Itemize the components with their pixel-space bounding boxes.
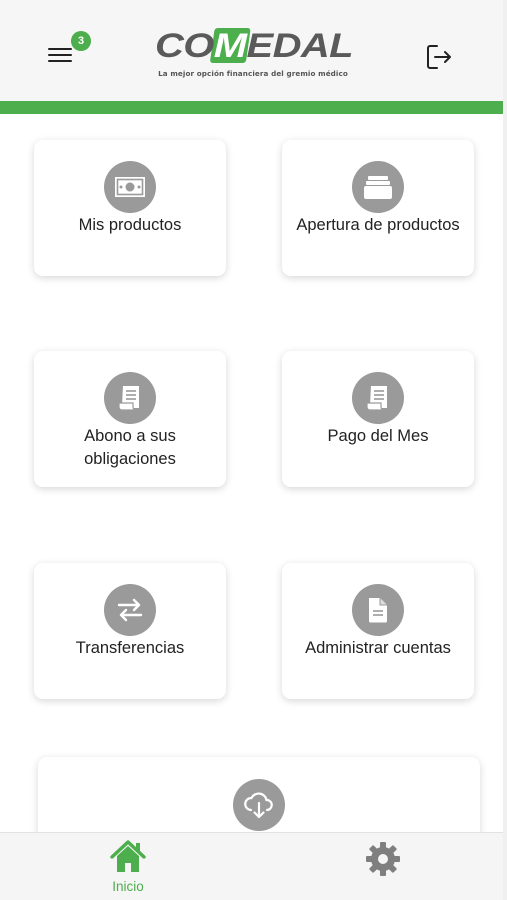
card-label: Administrar cuentas (305, 639, 451, 657)
receipt-icon (352, 372, 404, 424)
logo-wordmark: CO M EDAL (155, 27, 354, 64)
menu-icon-line (48, 60, 72, 63)
receipt-icon (104, 372, 156, 424)
logo-text: CO M EDAL (155, 27, 353, 64)
card-pago-del-mes[interactable]: Pago del Mes (282, 351, 474, 487)
card-label: Transferencias (75, 639, 185, 657)
logout-button[interactable] (424, 42, 454, 72)
card-mis-productos[interactable]: Mis productos (34, 140, 226, 276)
card-label: Pago del Mes (327, 427, 429, 445)
transfer-arrows-icon (104, 584, 156, 636)
comedal-logo: CO M EDAL La mejor opción financiera del g… (150, 22, 356, 82)
card-apertura-de-productos[interactable]: Apertura de productos (282, 140, 474, 276)
nav-label-inicio: Inicio (112, 879, 144, 894)
nav-item-inicio[interactable]: Inicio (78, 833, 178, 900)
card-transferencias[interactable]: Transferencias (34, 563, 226, 699)
bottom-navigation: Inicio (0, 832, 507, 900)
card-label: Abono a sus obligaciones (34, 425, 226, 471)
card-administrar-cuentas[interactable]: Administrar cuentas (282, 563, 474, 699)
home-icon (110, 840, 146, 872)
header-accent-bar (0, 101, 507, 114)
card-label-line: Abono a sus (84, 427, 176, 445)
logo-tagline: La mejor opción financiera del gremio mé… (158, 69, 348, 78)
cloud-download-icon (233, 779, 285, 831)
card-abono-a-sus-obligaciones[interactable]: Abono a sus obligaciones (34, 351, 226, 487)
card-label: Apertura de productos (296, 216, 460, 234)
gear-icon (366, 842, 400, 876)
folder-icon (352, 161, 404, 213)
menu-icon-line (48, 54, 72, 57)
card-label: Mis productos (78, 216, 182, 234)
document-icon (352, 584, 404, 636)
menu-icon-line (48, 48, 72, 51)
money-icon (104, 161, 156, 213)
notification-badge: 3 (71, 31, 91, 51)
logout-icon (427, 45, 451, 69)
screen-edge (503, 0, 507, 900)
nav-item-settings[interactable] (333, 833, 433, 900)
card-label-line: obligaciones (84, 450, 176, 468)
